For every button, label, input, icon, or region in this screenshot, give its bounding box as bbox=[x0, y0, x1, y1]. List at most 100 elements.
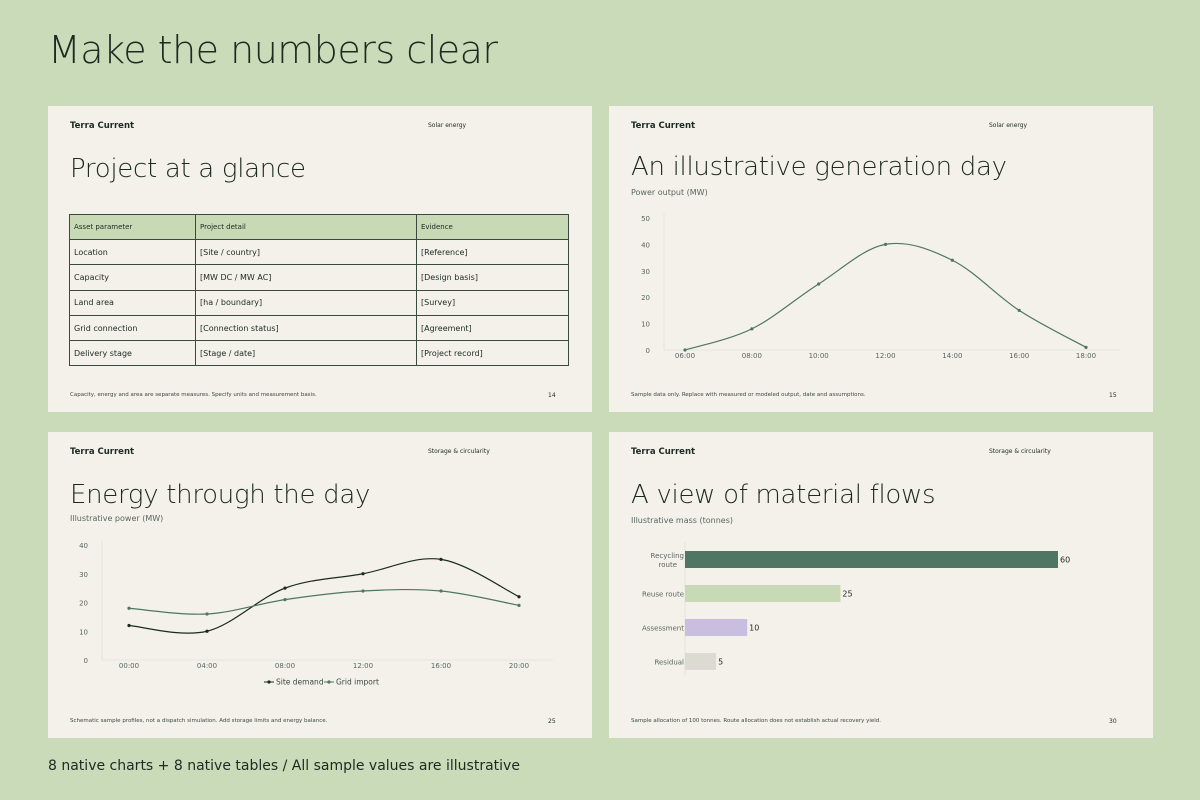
data-point bbox=[517, 603, 521, 607]
table-cell: [Connection status] bbox=[195, 314, 417, 342]
data-point bbox=[750, 327, 754, 331]
data-point bbox=[205, 612, 209, 616]
y-tick-label: 0 bbox=[646, 347, 650, 355]
y-tick-label: 40 bbox=[79, 542, 88, 550]
table-header-row: Asset parameter Project detail Evidence bbox=[69, 214, 569, 240]
table-cell: Delivery stage bbox=[69, 340, 196, 367]
table-cell: [ha / boundary] bbox=[195, 289, 417, 316]
table-cell: [Stage / date] bbox=[195, 340, 417, 367]
x-tick-label: 16:00 bbox=[1009, 352, 1029, 360]
page-number: 30 bbox=[1109, 718, 1117, 725]
page-number: 25 bbox=[548, 718, 556, 725]
table-cell: Capacity bbox=[69, 264, 196, 291]
table-header-cell: Evidence bbox=[416, 214, 569, 240]
data-label: 5 bbox=[718, 658, 723, 667]
y-tick-label: 20 bbox=[79, 600, 88, 608]
legend-marker bbox=[327, 680, 331, 684]
slide-material-flows[interactable]: Terra Current Storage & circularity A vi… bbox=[609, 432, 1153, 738]
table-cell: Grid connection bbox=[69, 314, 196, 342]
data-point bbox=[205, 629, 209, 633]
material-bar-chart: 60 Recyclingroute 25 Reuse route 10 Assessmen… bbox=[642, 542, 1070, 676]
footer-caption: 8 native charts + 8 native tables / All … bbox=[48, 758, 520, 774]
table-row: Location [Site / country] [Reference] bbox=[69, 238, 569, 266]
page-title: Make the numbers clear bbox=[48, 28, 498, 72]
series-line bbox=[684, 242, 1087, 351]
slide-generation-day[interactable]: Terra Current Solar energy An illustrati… bbox=[609, 106, 1153, 412]
legend-marker bbox=[267, 680, 271, 684]
y-tick-label: 10 bbox=[641, 321, 650, 329]
data-point bbox=[1084, 345, 1088, 349]
data-point bbox=[683, 348, 687, 352]
project-table: Asset parameter Project detail Evidence … bbox=[69, 214, 569, 367]
series-line bbox=[128, 588, 520, 615]
footnote: Sample allocation of 100 tonnes. Route a… bbox=[631, 718, 882, 724]
table-row: Capacity [MW DC / MW AC] [Design basis] bbox=[69, 264, 569, 291]
bar bbox=[685, 653, 717, 670]
table-cell: Location bbox=[69, 238, 196, 266]
y-category-label: Recycling bbox=[651, 552, 684, 560]
page-number: 15 bbox=[1109, 392, 1117, 399]
bar bbox=[685, 585, 841, 602]
table-row: Land area [ha / boundary] [Survey] bbox=[69, 289, 569, 316]
table-cell: [Agreement] bbox=[416, 314, 569, 342]
data-label: 10 bbox=[749, 624, 759, 633]
table-cell: [MW DC / MW AC] bbox=[195, 264, 417, 291]
page-number: 14 bbox=[548, 392, 556, 399]
x-tick-label: 12:00 bbox=[875, 352, 895, 360]
x-tick-label: 12:00 bbox=[353, 662, 373, 670]
series-line bbox=[128, 558, 520, 634]
section-label: Solar energy bbox=[428, 122, 467, 129]
y-tick-label: 50 bbox=[641, 215, 650, 223]
data-point bbox=[361, 572, 365, 576]
table-cell: [Site / country] bbox=[195, 238, 417, 266]
x-tick-label: 04:00 bbox=[197, 662, 217, 670]
table-cell: Land area bbox=[69, 289, 196, 316]
data-point bbox=[439, 557, 443, 561]
y-tick-label: 0 bbox=[84, 657, 88, 665]
y-category-label: Residual bbox=[654, 659, 684, 667]
y-tick-label: 40 bbox=[641, 241, 650, 249]
x-tick-label: 18:00 bbox=[1076, 352, 1096, 360]
data-point bbox=[439, 589, 443, 593]
y-tick-label: 30 bbox=[641, 268, 650, 276]
data-point bbox=[283, 586, 287, 590]
data-label: 25 bbox=[842, 590, 852, 599]
x-tick-label: 08:00 bbox=[742, 352, 762, 360]
table-cell: [Design basis] bbox=[416, 264, 569, 291]
x-tick-label: 00:00 bbox=[119, 662, 139, 670]
data-label: 60 bbox=[1060, 556, 1070, 565]
x-tick-label: 14:00 bbox=[942, 352, 962, 360]
slide-title: Project at a glance bbox=[70, 154, 306, 184]
y-tick-label: 30 bbox=[79, 571, 88, 579]
x-tick-label: 10:00 bbox=[809, 352, 829, 360]
table-row: Grid connection [Connection status] [Agree… bbox=[69, 314, 569, 342]
data-point bbox=[361, 589, 365, 593]
table-cell: [Project record] bbox=[416, 340, 569, 367]
table-row: Delivery stage [Stage / date] [Project rec… bbox=[69, 340, 569, 367]
slide-energy-through-day[interactable]: Terra Current Storage & circularity Ener… bbox=[48, 432, 592, 738]
x-tick-label: 08:00 bbox=[275, 662, 295, 670]
bar bbox=[685, 551, 1058, 568]
table-header-cell: Asset parameter bbox=[69, 214, 196, 240]
table-cell: [Survey] bbox=[416, 289, 569, 316]
bar bbox=[685, 619, 748, 636]
x-tick-label: 16:00 bbox=[431, 662, 451, 670]
footnote: Sample data only. Replace with measured … bbox=[631, 392, 866, 398]
x-tick-label: 20:00 bbox=[509, 662, 529, 670]
data-point bbox=[817, 282, 821, 286]
data-point bbox=[283, 598, 287, 602]
y-category-label: Assessment bbox=[642, 625, 684, 633]
energy-line-chart: 0 10 20 30 40 00:00 04:00 08:00 12:00 16:00 20:00 S… bbox=[79, 541, 553, 687]
generation-line-chart: 0 10 20 30 40 50 06:00 08:00 10:00 12:00 14:00 16:0… bbox=[641, 214, 1120, 360]
footnote: Schematic sample profiles, not a dispatc… bbox=[70, 718, 328, 724]
x-tick-label: 06:00 bbox=[675, 352, 695, 360]
table-header-cell: Project detail bbox=[195, 214, 417, 240]
legend-label: Site demand bbox=[276, 678, 324, 687]
footnote: Capacity, energy and area are separate m… bbox=[70, 392, 317, 398]
data-point bbox=[1017, 308, 1021, 312]
data-point bbox=[950, 258, 954, 262]
slide-project-at-a-glance[interactable]: Terra Current Solar energy Project at a … bbox=[48, 106, 592, 412]
brand-name: Terra Current bbox=[70, 121, 135, 131]
data-point bbox=[127, 623, 131, 628]
y-tick-label: 20 bbox=[641, 294, 650, 302]
